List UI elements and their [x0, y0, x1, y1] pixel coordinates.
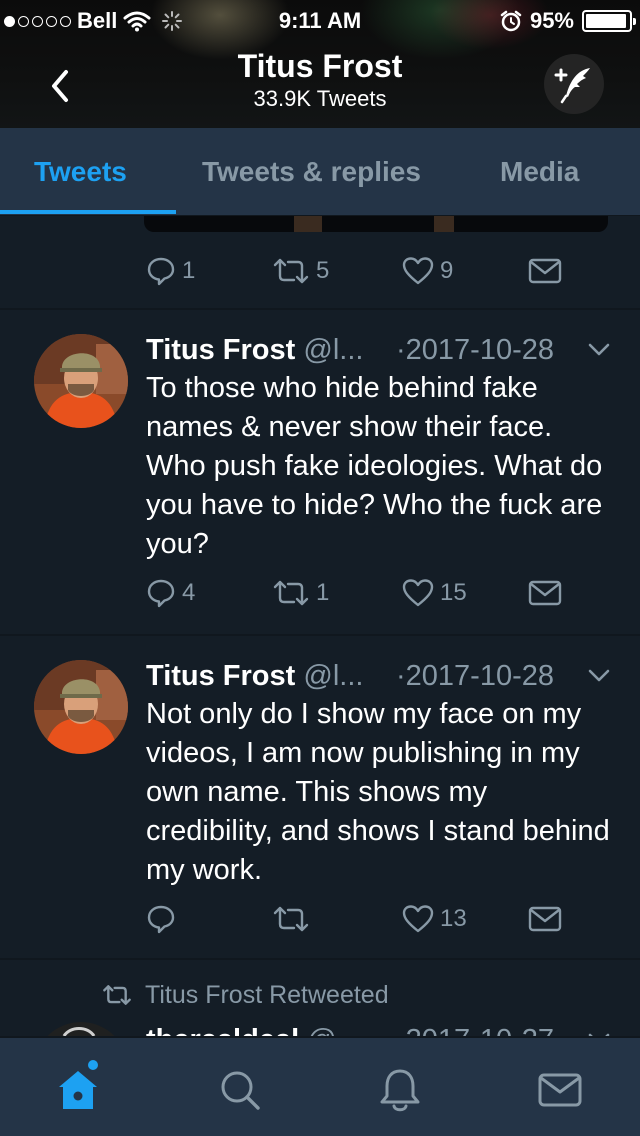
- tweet-item[interactable]: Titus Frost @l... ·2017-10-28 Not only d…: [0, 636, 640, 958]
- status-bar: Bell 9:11 AM 95%: [0, 0, 640, 40]
- retweet-button[interactable]: [272, 904, 316, 934]
- active-tab-indicator: [0, 210, 176, 214]
- like-button[interactable]: 15: [402, 578, 467, 608]
- retweet-icon: [273, 580, 309, 606]
- retweet-context[interactable]: Titus Frost Retweeted: [0, 978, 640, 1012]
- tweet-actions: 1 5 9: [0, 256, 640, 296]
- battery-icon: [582, 10, 636, 32]
- tweet-author-handle[interactable]: @l...: [303, 334, 363, 366]
- retweet-context-label: Titus Frost Retweeted: [145, 981, 389, 1009]
- bottom-tab-bar: [0, 1036, 640, 1136]
- tweet-actions: 13: [0, 904, 640, 944]
- tweet-text: To those who hide behind fake names & ne…: [146, 372, 603, 560]
- like-count: 13: [440, 905, 467, 932]
- nav-messages[interactable]: [534, 1064, 586, 1116]
- reply-icon: [147, 905, 175, 934]
- reply-count: 4: [182, 579, 196, 606]
- tweet-actions: 4 1 15: [0, 578, 640, 618]
- retweet-icon: [273, 906, 309, 932]
- battery-percent: 95%: [529, 8, 574, 33]
- alarm-icon: [500, 10, 522, 32]
- tweet-author-name[interactable]: therealdeal: [146, 1024, 299, 1036]
- retweet-button[interactable]: 1: [272, 578, 329, 608]
- envelope-icon: [528, 580, 562, 606]
- tweet-item[interactable]: Titus Frost @l... ·2017-10-28 To those w…: [0, 310, 640, 634]
- nav-home[interactable]: [52, 1058, 104, 1116]
- app-root: Bell 9:11 AM 95% Titus Frost 33.9K Tweet…: [0, 0, 640, 1136]
- tweet-header: Titus Frost @l... ·2017-10-28: [146, 658, 616, 694]
- home-icon: [59, 1071, 97, 1109]
- search-icon: [221, 1071, 260, 1110]
- avatar[interactable]: [34, 1022, 128, 1036]
- heart-icon: [402, 905, 434, 933]
- tweet-author-handle[interactable]: @l...: [303, 660, 363, 692]
- nav-notifications[interactable]: [374, 1064, 426, 1116]
- chevron-down-icon[interactable]: [586, 1026, 612, 1036]
- like-count: 9: [440, 257, 454, 284]
- like-count: 15: [440, 579, 467, 606]
- compose-quill-icon: [554, 68, 590, 104]
- retweet-button[interactable]: 5: [272, 256, 329, 286]
- profile-header: Bell 9:11 AM 95% Titus Frost 33.9K Tweet…: [0, 0, 640, 128]
- direct-message-button[interactable]: [528, 904, 562, 934]
- tab-tweets[interactable]: Tweets: [34, 156, 127, 188]
- reply-icon: [147, 579, 175, 608]
- tweet-author-handle[interactable]: @...: [307, 1024, 361, 1036]
- mail-icon: [538, 1073, 582, 1107]
- retweet-icon: [103, 985, 131, 1005]
- reply-button[interactable]: [146, 904, 182, 934]
- envelope-icon: [528, 258, 562, 284]
- profile-tabs: Tweets Tweets & replies Media: [0, 128, 640, 216]
- tweet-item[interactable]: therealdeal @... ·2017-10-27: [0, 1022, 640, 1036]
- tweet-author-name[interactable]: Titus Frost: [146, 660, 295, 692]
- tab-tweets-and-replies[interactable]: Tweets & replies: [202, 156, 421, 188]
- chevron-down-icon[interactable]: [586, 662, 612, 688]
- avatar[interactable]: [34, 334, 128, 428]
- heart-icon: [402, 257, 434, 285]
- direct-message-button[interactable]: [528, 578, 562, 608]
- envelope-icon: [528, 906, 562, 932]
- reply-count: 1: [182, 257, 196, 284]
- tweet-feed[interactable]: 1 5 9 Titus Frost @l... ·2017-10-28 To t…: [0, 216, 640, 1036]
- nav-search[interactable]: [214, 1064, 266, 1116]
- compose-tweet-button[interactable]: [544, 54, 604, 114]
- bell-icon: [380, 1069, 420, 1112]
- like-button[interactable]: 9: [402, 256, 453, 286]
- like-button[interactable]: 13: [402, 904, 467, 934]
- tweet-date: ·2017-10-28: [396, 334, 554, 366]
- tweet-text: Not only do I show my face on my videos,…: [146, 698, 610, 886]
- chevron-down-icon[interactable]: [586, 336, 612, 362]
- reply-button[interactable]: 1: [146, 256, 195, 286]
- tweet-header: therealdeal @... ·2017-10-27: [146, 1022, 616, 1036]
- notification-dot: [86, 1058, 100, 1072]
- reply-button[interactable]: 4: [146, 578, 195, 608]
- tweet-media-image[interactable]: [144, 216, 608, 232]
- tweet-date: ·2017-10-27: [396, 1022, 554, 1036]
- reply-icon: [147, 257, 175, 286]
- tab-media[interactable]: Media: [500, 156, 579, 188]
- battery-level-fill: [586, 14, 626, 28]
- tweet-header: Titus Frost @l... ·2017-10-28: [146, 332, 616, 368]
- retweet-count: 1: [316, 579, 330, 606]
- retweet-count: 5: [316, 257, 330, 284]
- direct-message-button[interactable]: [528, 256, 562, 286]
- tweet-author-name[interactable]: Titus Frost: [146, 334, 295, 366]
- tweet-date: ·2017-10-28: [396, 660, 554, 692]
- avatar[interactable]: [34, 660, 128, 754]
- retweet-icon: [273, 258, 309, 284]
- heart-icon: [402, 579, 434, 607]
